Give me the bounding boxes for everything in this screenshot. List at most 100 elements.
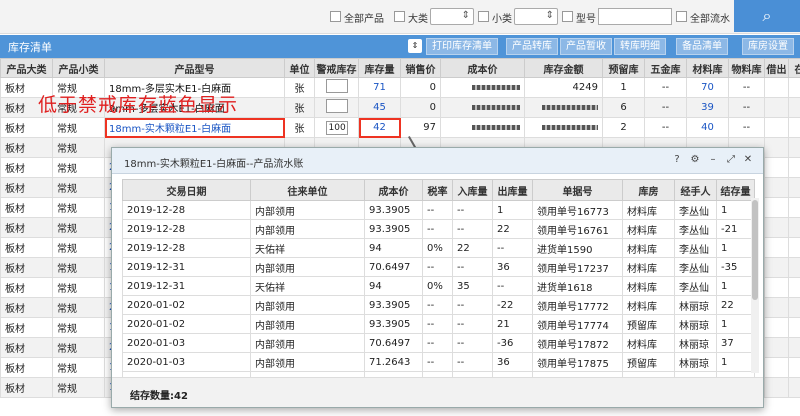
cell-stock bbox=[788, 357, 800, 378]
maximize-icon[interactable]: ⤢ bbox=[725, 154, 737, 166]
cell-stock bbox=[788, 177, 800, 198]
ledger-cell: -- bbox=[422, 200, 453, 220]
cell-stock bbox=[788, 257, 800, 278]
ledger-column-header[interactable]: 入库量 bbox=[452, 179, 493, 201]
ledger-header-row: 交易日期 往来单位 成本价 税率 入库量 出库量 单据号 库房 经手人 结存量 bbox=[122, 179, 755, 201]
ledger-cell: 0% bbox=[422, 238, 453, 258]
product-temp-button[interactable]: 产品暂收 bbox=[560, 38, 612, 55]
ledger-cell: 领用单号17774 bbox=[532, 314, 623, 334]
redacted-value bbox=[472, 104, 520, 110]
column-header[interactable]: 在库 bbox=[788, 58, 800, 78]
column-header[interactable]: 借出 bbox=[764, 58, 789, 78]
model-input[interactable] bbox=[598, 8, 672, 25]
ledger-column-header[interactable]: 出库量 bbox=[492, 179, 533, 201]
category-big-checkbox[interactable] bbox=[394, 11, 405, 22]
column-header[interactable]: 预留库 bbox=[602, 58, 645, 78]
print-inventory-button[interactable]: 打印库存清单 bbox=[426, 38, 498, 55]
column-header[interactable]: 产品小类 bbox=[52, 58, 105, 78]
warn-stock-input[interactable] bbox=[325, 99, 348, 113]
ledger-cell: 天佑祥 bbox=[250, 238, 365, 258]
ledger-column-header[interactable]: 往来单位 bbox=[250, 179, 365, 201]
transfer-detail-button[interactable]: 转库明细 bbox=[614, 38, 666, 55]
cell-stock bbox=[788, 317, 800, 338]
all-flow-label: 全部流水 bbox=[690, 14, 730, 25]
product-transfer-button[interactable]: 产品转库 bbox=[506, 38, 558, 55]
cell-sub: 常规 bbox=[52, 217, 105, 238]
help-icon[interactable]: ? bbox=[671, 154, 683, 166]
ledger-column-header[interactable]: 库房 bbox=[622, 179, 675, 201]
model-checkbox[interactable] bbox=[562, 11, 573, 22]
ledger-row[interactable]: 2020-01-02 内部领用 93.3905 -- -- -22 领用单号17772 材料库… bbox=[122, 295, 755, 315]
ledger-scrollbar[interactable] bbox=[751, 198, 759, 373]
ledger-column-header[interactable]: 税率 bbox=[422, 179, 453, 201]
column-header[interactable]: 警戒库存 bbox=[314, 58, 359, 78]
close-icon[interactable]: ✕ bbox=[742, 154, 754, 166]
cell-lend bbox=[764, 217, 789, 238]
ledger-row[interactable]: 2020-01-03 内部领用 71.2643 -- -- 36 领用单号17875 预留库林… bbox=[122, 352, 755, 372]
warn-stock-input[interactable] bbox=[325, 79, 348, 93]
cell-unit: 张 bbox=[284, 77, 315, 98]
ledger-row[interactable]: 2019-12-28 天佑祥 94 0% 22 -- 进货单1590 材料库 李丛仙 1 bbox=[122, 238, 755, 258]
cell-cat: 板材 bbox=[0, 317, 53, 338]
minimize-icon[interactable]: – bbox=[707, 154, 719, 166]
ledger-cell: 93.3905 bbox=[364, 314, 423, 334]
ledger-cell: -- bbox=[422, 352, 453, 372]
ledger-row[interactable]: 2020-01-03 内部领用 70.6497 -- -- -36 领用单号17872 材料库… bbox=[122, 333, 755, 353]
ledger-cell: 2019-12-31 bbox=[122, 276, 251, 296]
warehouse-settings-button[interactable]: 库房设置 bbox=[742, 38, 794, 55]
ledger-cell: -- bbox=[452, 219, 493, 239]
column-header[interactable]: 库存量 bbox=[358, 58, 401, 78]
ledger-column-header[interactable]: 交易日期 bbox=[122, 179, 251, 201]
column-header[interactable]: 销售价 bbox=[400, 58, 441, 78]
gear-icon[interactable]: ⚙ bbox=[689, 154, 701, 166]
column-header[interactable]: 产品型号 bbox=[104, 58, 285, 78]
column-header[interactable]: 产品大类 bbox=[0, 58, 53, 78]
table-row[interactable]: 板材 常规 18mm-实木颗粒E1-白麻面张 100 42 97 2 -- 40 -- bbox=[0, 117, 800, 138]
toolbar-select[interactable]: ⇕ bbox=[408, 39, 422, 53]
cell-price: 0 bbox=[400, 77, 441, 98]
column-header[interactable]: 材料库 bbox=[686, 58, 729, 78]
column-header[interactable]: 物料库 bbox=[728, 58, 765, 78]
ledger-row[interactable]: 2019-12-31 内部领用 70.6497 -- -- 36 领用单号17237 材料库李… bbox=[122, 257, 755, 277]
column-header[interactable]: 五金库 bbox=[644, 58, 687, 78]
ledger-cell: 93.3905 bbox=[364, 219, 423, 239]
cell-cat: 板材 bbox=[0, 377, 53, 398]
ledger-column-header[interactable]: 经手人 bbox=[674, 179, 717, 201]
category-small-checkbox[interactable] bbox=[478, 11, 489, 22]
search-button[interactable]: ⌕ bbox=[734, 0, 800, 32]
table-header-row: 产品大类 产品小类 产品型号 单位 警戒库存 库存量 销售价 成本价 库存金额 预留库 五金库 材料库… bbox=[0, 58, 800, 78]
ledger-column-header[interactable]: 结存量 bbox=[716, 179, 755, 201]
column-header[interactable]: 单位 bbox=[284, 58, 315, 78]
category-big-label: 大类 bbox=[408, 14, 428, 25]
cell-lend bbox=[764, 337, 789, 358]
cell-stock bbox=[788, 157, 800, 178]
annotation-text: 低于禁戒库存蓝色显示 bbox=[38, 94, 239, 116]
ledger-cell: 1 bbox=[716, 276, 755, 296]
all-flow-checkbox[interactable] bbox=[676, 11, 687, 22]
ledger-cell: 1 bbox=[716, 314, 755, 334]
ledger-row[interactable]: 2019-12-28 内部领用 93.3905 -- -- 1 领用单号16773 材料库 李丛… bbox=[122, 200, 755, 220]
ledger-row[interactable]: 2019-12-28 内部领用 93.3905 -- -- 22 领用单号16761 材料库李… bbox=[122, 219, 755, 239]
ledger-row[interactable]: 2020-01-02 内部领用 93.3905 -- -- 21 领用单号17774 预留库林… bbox=[122, 314, 755, 334]
column-header[interactable]: 库存金额 bbox=[524, 58, 603, 78]
ledger-column-header[interactable]: 单据号 bbox=[532, 179, 623, 201]
ledger-cell: 领用单号17875 bbox=[532, 352, 623, 372]
ledger-cell: 36 bbox=[492, 352, 533, 372]
column-header[interactable]: 成本价 bbox=[440, 58, 525, 78]
warn-stock-input[interactable]: 100 bbox=[325, 120, 348, 135]
ledger-column-header[interactable]: 成本价 bbox=[364, 179, 423, 201]
ledger-cell: -- bbox=[422, 219, 453, 239]
cell-lend bbox=[764, 97, 789, 118]
cell-price: 97 bbox=[400, 117, 441, 138]
category-small-select[interactable] bbox=[514, 8, 558, 25]
filter-bar: 全部产品 大类 小类 型号 全部流水 ⌕ bbox=[0, 0, 800, 34]
ledger-cell: -22 bbox=[492, 295, 533, 315]
category-big-select[interactable] bbox=[430, 8, 474, 25]
ledger-cell: 内部领用 bbox=[250, 314, 365, 334]
spare-list-button[interactable]: 备品清单 bbox=[676, 38, 728, 55]
ledger-cell: 1 bbox=[716, 238, 755, 258]
ledger-row[interactable]: 2019-12-31 天佑祥 94 0% 35 -- 进货单1618 材料库 李丛仙 1 bbox=[122, 276, 755, 296]
all-products-checkbox[interactable] bbox=[330, 11, 341, 22]
cell-sub: 常规 bbox=[52, 277, 105, 298]
scrollbar-thumb[interactable] bbox=[752, 200, 758, 300]
